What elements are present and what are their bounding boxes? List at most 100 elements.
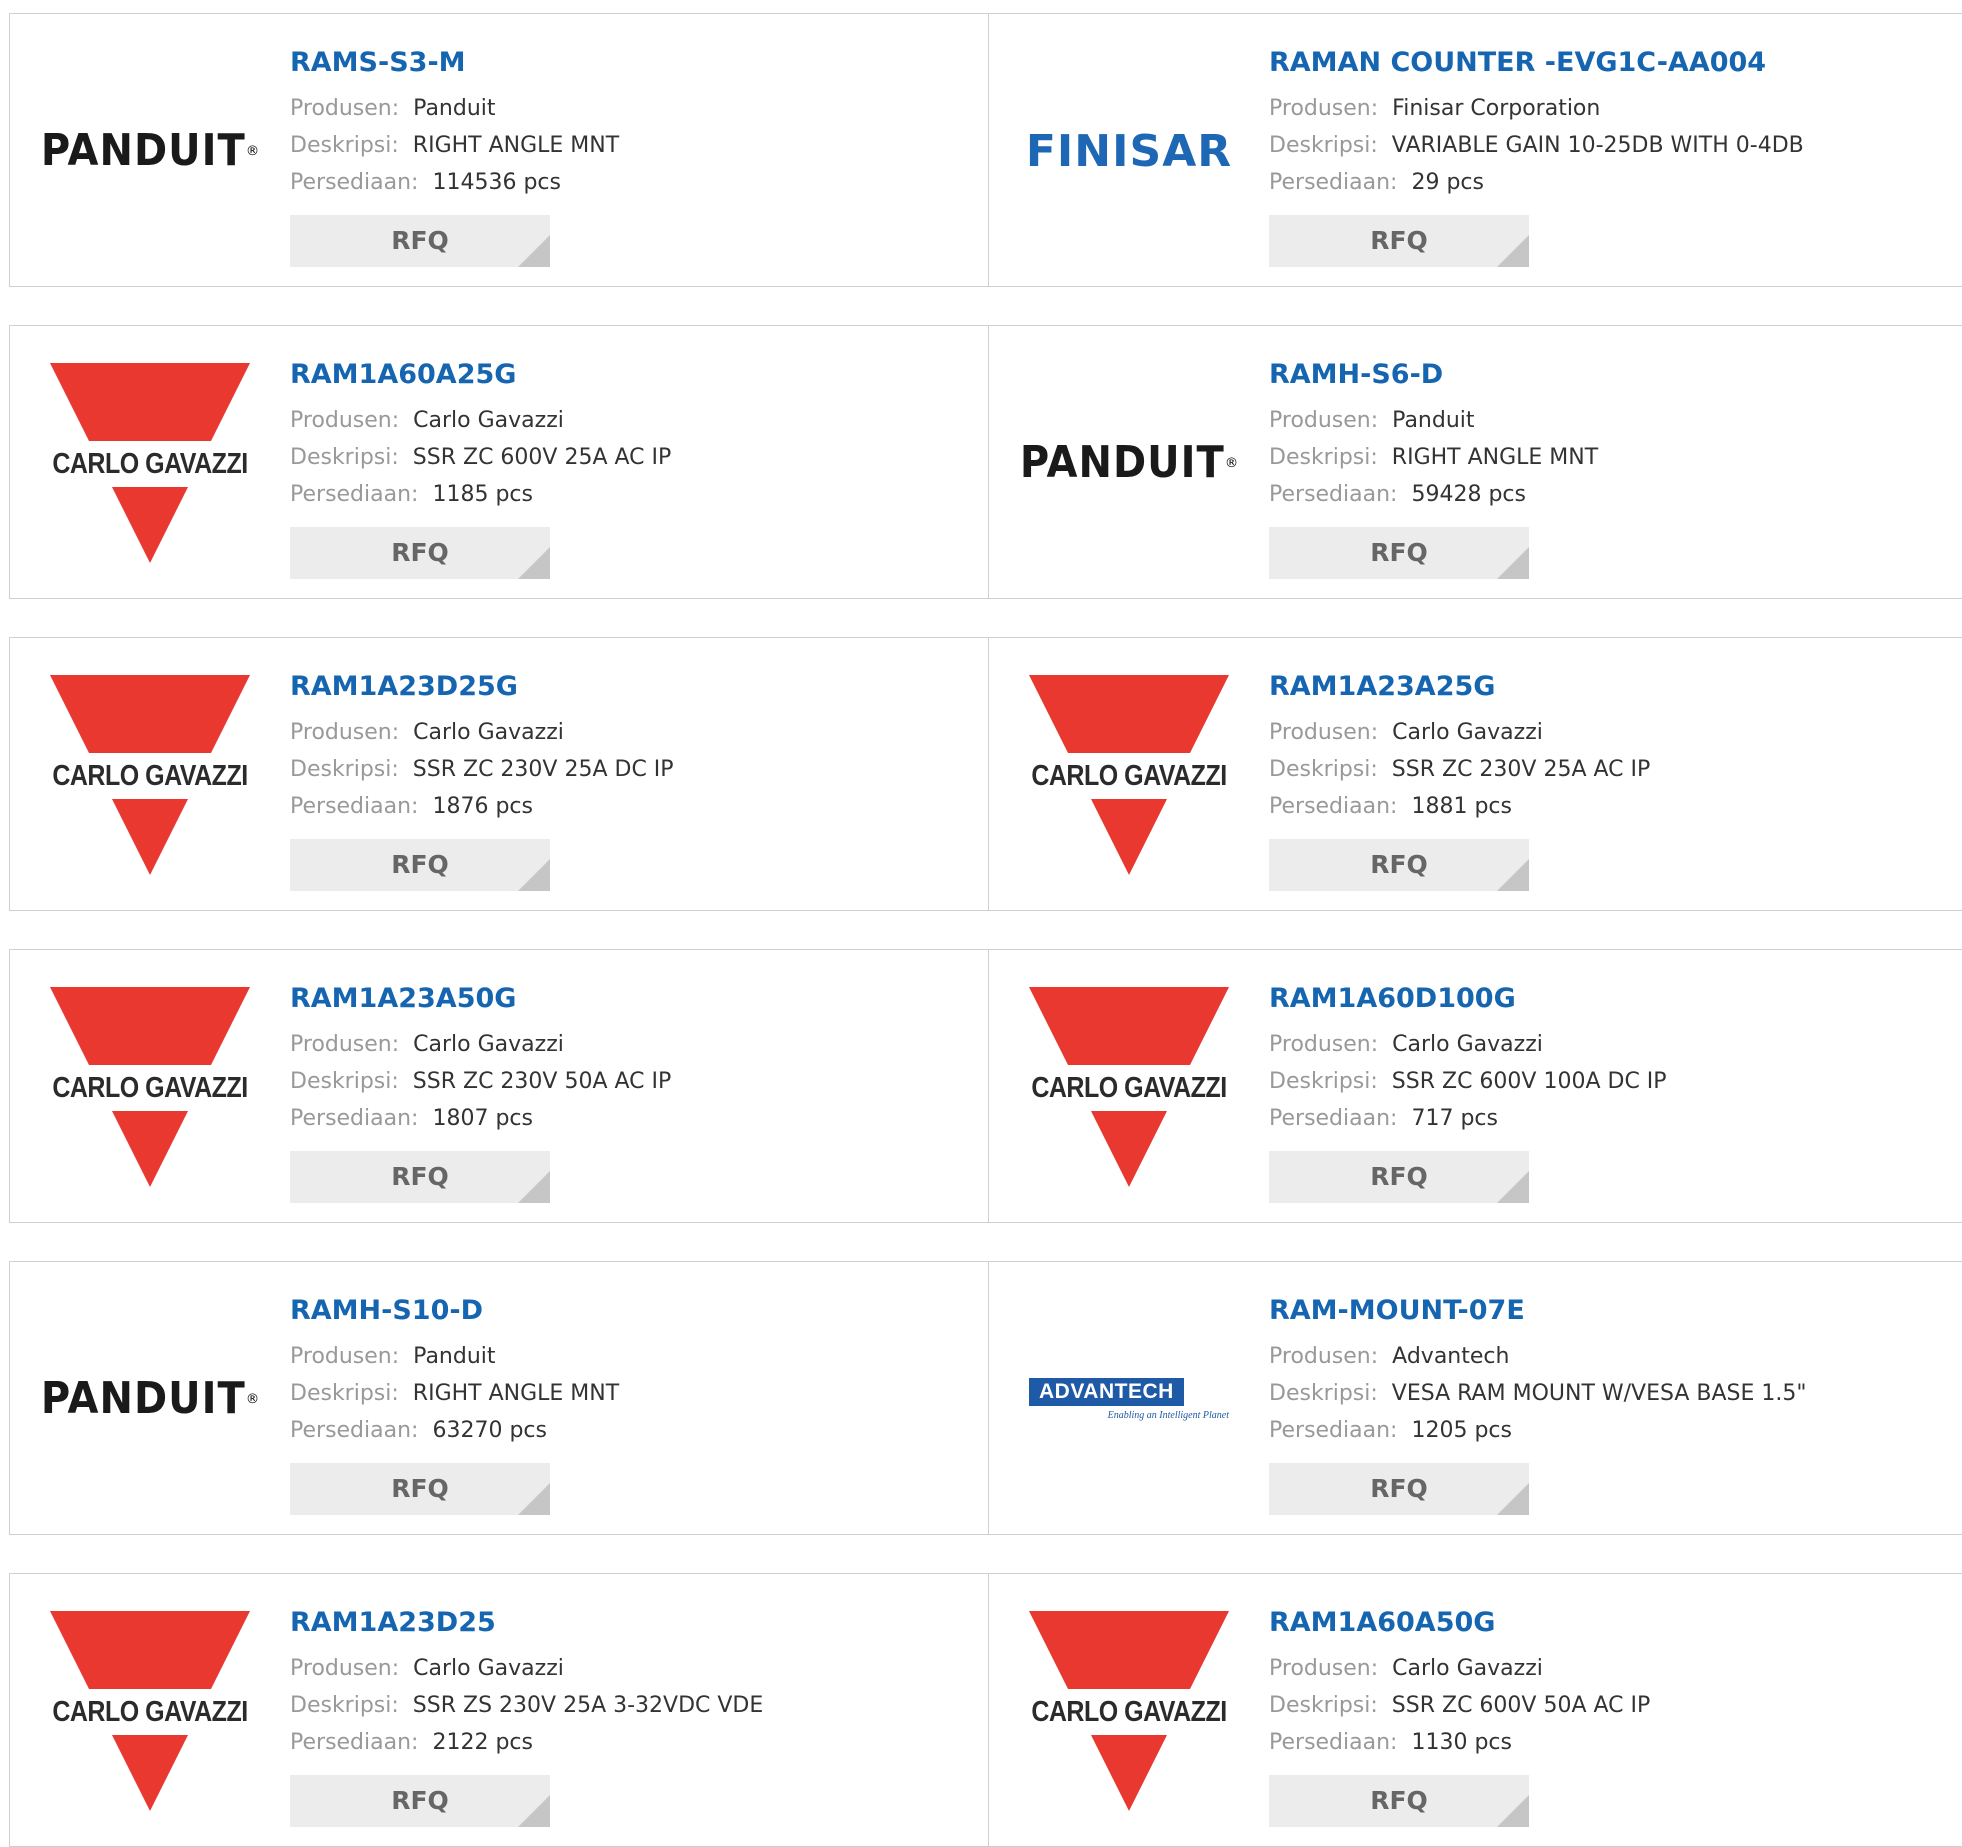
stock-value: 1130 pcs [1411, 1730, 1512, 1755]
advantech-logo-block: ADVANTECH Enabling an Intelligent Planet [1029, 1377, 1229, 1421]
panduit-logo: PANDUIT ® [41, 1299, 259, 1499]
description-value: SSR ZC 600V 25A AC IP [412, 445, 672, 470]
manufacturer-label: Produsen: [1269, 720, 1379, 745]
rfq-button-label: RFQ [391, 226, 449, 255]
manufacturer-label: Produsen: [290, 1032, 400, 1057]
description-value: VARIABLE GAIN 10-25DB WITH 0-4DB [1391, 133, 1804, 158]
product-card: PANDUIT ® RAMS-S3-M Produsen: Panduit Deskrip… [10, 14, 988, 286]
manufacturer-row: Produsen: Advantech [1269, 1338, 1807, 1375]
rfq-button-label: RFQ [1370, 1786, 1428, 1815]
rfq-button[interactable]: RFQ [290, 839, 550, 891]
rfq-button[interactable]: RFQ [1269, 839, 1529, 891]
carlo-gavazzi-logo-text: CARLO GAVAZZI [50, 1065, 250, 1111]
stock-row: Persediaan: 1185 pcs [290, 476, 671, 513]
rfq-button[interactable]: RFQ [290, 1151, 550, 1203]
panduit-logo: PANDUIT ® [41, 51, 259, 251]
manufacturer-label: Produsen: [290, 1344, 400, 1369]
advantech-logo: ADVANTECH Enabling an Intelligent Planet [1029, 1299, 1229, 1499]
manufacturer-label: Produsen: [290, 408, 400, 433]
carlo-gavazzi-mark: CARLO GAVAZZI [50, 363, 250, 563]
description-label: Deskripsi: [290, 1069, 399, 1094]
manufacturer-row: Produsen: Panduit [1269, 402, 1598, 439]
description-value: SSR ZC 230V 25A AC IP [1391, 757, 1651, 782]
description-value: SSR ZC 230V 50A AC IP [412, 1069, 672, 1094]
rfq-button[interactable]: RFQ [290, 1463, 550, 1515]
manufacturer-value: Carlo Gavazzi [1392, 1656, 1543, 1681]
carlo-gavazzi-logo-text: CARLO GAVAZZI [50, 753, 250, 799]
carlo-gavazzi-logo: CARLO GAVAZZI [50, 363, 250, 563]
corner-triangle-icon [1497, 547, 1529, 579]
rfq-button[interactable]: RFQ [1269, 1463, 1529, 1515]
rfq-button-label: RFQ [391, 850, 449, 879]
product-info: RAMH-S6-D Produsen: Panduit Deskripsi: RIGHT… [1269, 356, 1598, 579]
product-part-number-link[interactable]: RAMH-S10-D [290, 1292, 619, 1330]
rfq-button-label: RFQ [391, 1786, 449, 1815]
rfq-button[interactable]: RFQ [1269, 1151, 1529, 1203]
product-part-number-link[interactable]: RAM1A23A50G [290, 980, 671, 1018]
registered-mark: ® [245, 1391, 260, 1407]
description-row: Deskripsi: SSR ZS 230V 25A 3-32VDC VDE [290, 1687, 763, 1724]
manufacturer-value: Panduit [413, 96, 496, 121]
manufacturer-label: Produsen: [1269, 1344, 1379, 1369]
product-part-number-link[interactable]: RAM1A60D100G [1269, 980, 1667, 1018]
stock-value: 114536 pcs [432, 170, 561, 195]
product-part-number-link[interactable]: RAM1A60A50G [1269, 1604, 1650, 1642]
stock-row: Persediaan: 1876 pcs [290, 788, 674, 825]
rfq-button[interactable]: RFQ [290, 527, 550, 579]
product-part-number-link[interactable]: RAM1A23A25G [1269, 668, 1650, 706]
description-row: Deskripsi: VARIABLE GAIN 10-25DB WITH 0-4… [1269, 127, 1804, 164]
rfq-button[interactable]: RFQ [1269, 1775, 1529, 1827]
product-part-number-link[interactable]: RAMH-S6-D [1269, 356, 1598, 394]
rfq-button[interactable]: RFQ [1269, 215, 1529, 267]
product-row: CARLO GAVAZZI RAM1A60A25G Produsen: Carlo G… [9, 325, 1962, 599]
manufacturer-row: Produsen: Carlo Gavazzi [290, 402, 671, 439]
carlo-gavazzi-logo: CARLO GAVAZZI [50, 987, 250, 1187]
description-row: Deskripsi: SSR ZC 600V 50A AC IP [1269, 1687, 1650, 1724]
product-info: RAM1A60A50G Produsen: Carlo Gavazzi Deskrip… [1269, 1604, 1650, 1827]
carlo-gavazzi-logo-text: CARLO GAVAZZI [1029, 1689, 1229, 1735]
carlo-gavazzi-logo: CARLO GAVAZZI [50, 1611, 250, 1811]
product-card: PANDUIT ® RAMH-S10-D Produsen: Panduit Deskri… [10, 1262, 988, 1534]
stock-row: Persediaan: 1807 pcs [290, 1100, 671, 1137]
rfq-button[interactable]: RFQ [290, 1775, 550, 1827]
stock-row: Persediaan: 59428 pcs [1269, 476, 1598, 513]
product-part-number-link[interactable]: RAM1A23D25G [290, 668, 674, 706]
description-label: Deskripsi: [1269, 133, 1378, 158]
stock-label: Persediaan: [290, 1418, 419, 1443]
manufacturer-row: Produsen: Finisar Corporation [1269, 90, 1804, 127]
description-label: Deskripsi: [1269, 757, 1378, 782]
rfq-button[interactable]: RFQ [290, 215, 550, 267]
manufacturer-value: Carlo Gavazzi [413, 1656, 564, 1681]
finisar-logo-text: FINISAR [1025, 125, 1233, 177]
product-part-number-link[interactable]: RAMS-S3-M [290, 44, 619, 82]
manufacturer-value: Carlo Gavazzi [413, 720, 564, 745]
advantech-logo-text: ADVANTECH [1029, 1377, 1184, 1406]
rfq-button[interactable]: RFQ [1269, 527, 1529, 579]
stock-value: 1185 pcs [432, 482, 533, 507]
stock-value: 2122 pcs [432, 1730, 533, 1755]
carlo-gavazzi-mark: CARLO GAVAZZI [50, 675, 250, 875]
corner-triangle-icon [518, 1171, 550, 1203]
carlo-gavazzi-logo: CARLO GAVAZZI [1029, 987, 1229, 1187]
manufacturer-row: Produsen: Panduit [290, 90, 619, 127]
advantech-tagline: Enabling an Intelligent Planet [1107, 1409, 1229, 1421]
product-part-number-link[interactable]: RAM1A23D25 [290, 1604, 763, 1642]
description-value: RIGHT ANGLE MNT [1391, 445, 1599, 470]
product-part-number-link[interactable]: RAMAN COUNTER -EVG1C-AA004 [1269, 44, 1804, 82]
description-row: Deskripsi: SSR ZC 230V 50A AC IP [290, 1063, 671, 1100]
corner-triangle-icon [1497, 235, 1529, 267]
manufacturer-value: Panduit [1392, 408, 1475, 433]
rfq-button-label: RFQ [1370, 538, 1428, 567]
finisar-logo: FINISAR [1025, 51, 1233, 251]
stock-row: Persediaan: 1881 pcs [1269, 788, 1650, 825]
stock-label: Persediaan: [1269, 794, 1398, 819]
product-part-number-link[interactable]: RAM-MOUNT-07E [1269, 1292, 1807, 1330]
stock-value: 63270 pcs [432, 1418, 547, 1443]
description-value: SSR ZC 600V 50A AC IP [1391, 1693, 1651, 1718]
product-list: PANDUIT ® RAMS-S3-M Produsen: Panduit Deskrip… [0, 0, 1962, 1847]
carlo-gavazzi-logo: CARLO GAVAZZI [50, 675, 250, 875]
rfq-button-label: RFQ [1370, 1474, 1428, 1503]
product-part-number-link[interactable]: RAM1A60A25G [290, 356, 671, 394]
description-value: RIGHT ANGLE MNT [412, 133, 620, 158]
manufacturer-value: Panduit [413, 1344, 496, 1369]
